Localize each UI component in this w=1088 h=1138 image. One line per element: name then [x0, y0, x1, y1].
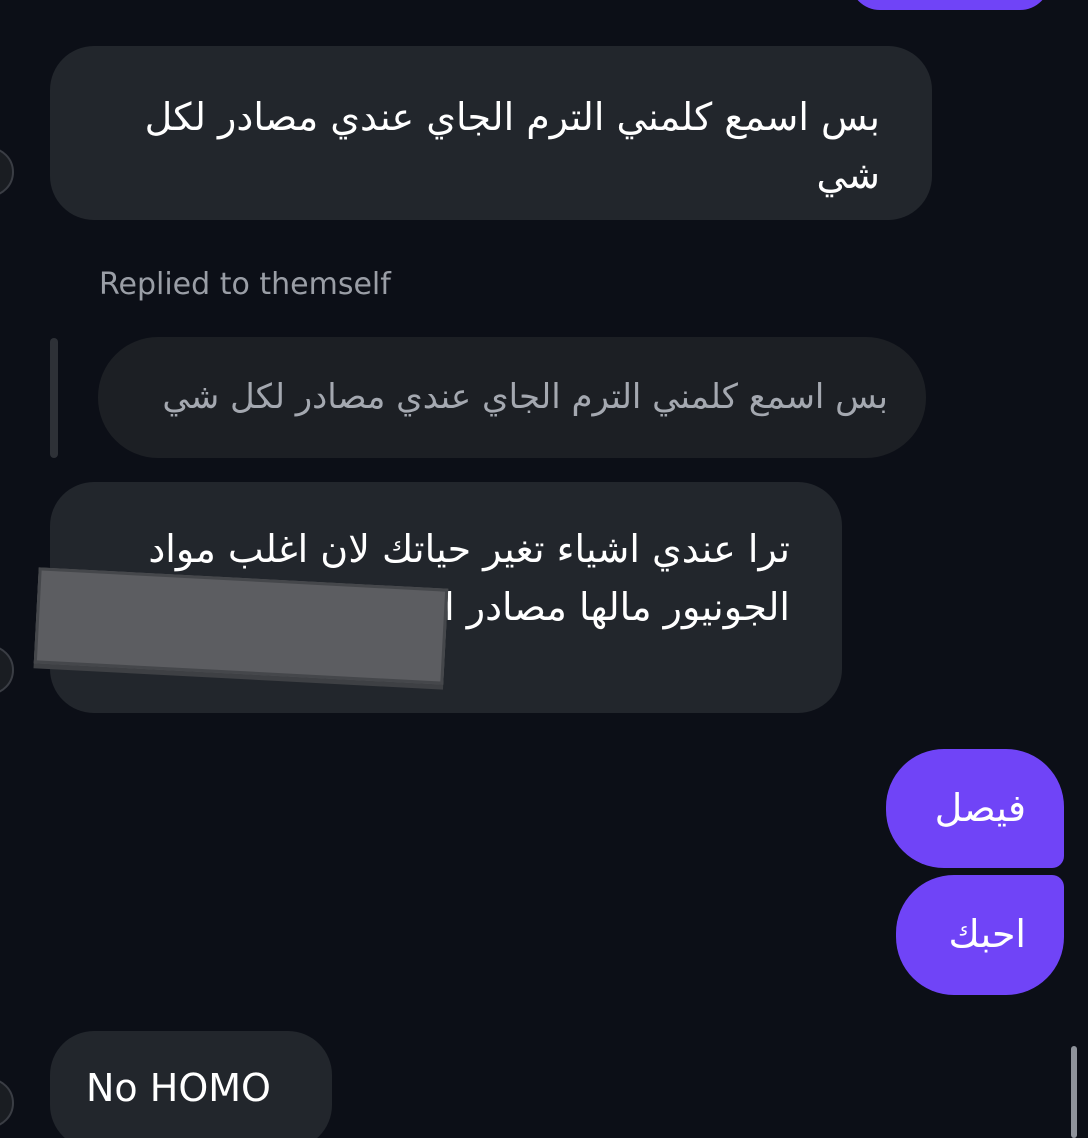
previous-sent-bubble-edge[interactable] — [850, 0, 1050, 10]
sent-message[interactable]: احبك — [896, 875, 1064, 995]
chat-thread: بس اسمع كلمني الترم الجاي عندي مصادر لكل… — [0, 0, 1088, 1138]
message-text: فيصل — [934, 786, 1026, 830]
scrollbar[interactable] — [1071, 1046, 1077, 1138]
sender-avatar[interactable] — [0, 1078, 14, 1128]
message-text: No HOMO — [86, 1066, 271, 1110]
sender-avatar[interactable] — [0, 645, 14, 695]
reply-indicator-bar — [50, 338, 58, 458]
received-message[interactable]: بس اسمع كلمني الترم الجاي عندي مصادر لكل… — [50, 46, 932, 220]
quoted-message[interactable]: بس اسمع كلمني الترم الجاي عندي مصادر لكل… — [98, 337, 926, 458]
message-text: بس اسمع كلمني الترم الجاي عندي مصادر لكل… — [144, 95, 880, 197]
sent-message[interactable]: فيصل — [886, 749, 1064, 868]
message-text: احبك — [948, 912, 1026, 956]
sender-avatar[interactable] — [0, 147, 14, 197]
message-text-line: ترا عندي اشياء تغير حياتك لان اغلب مواد — [148, 527, 790, 571]
received-message[interactable]: No HOMO — [50, 1031, 332, 1138]
reply-context-label: Replied to themself — [99, 267, 391, 302]
